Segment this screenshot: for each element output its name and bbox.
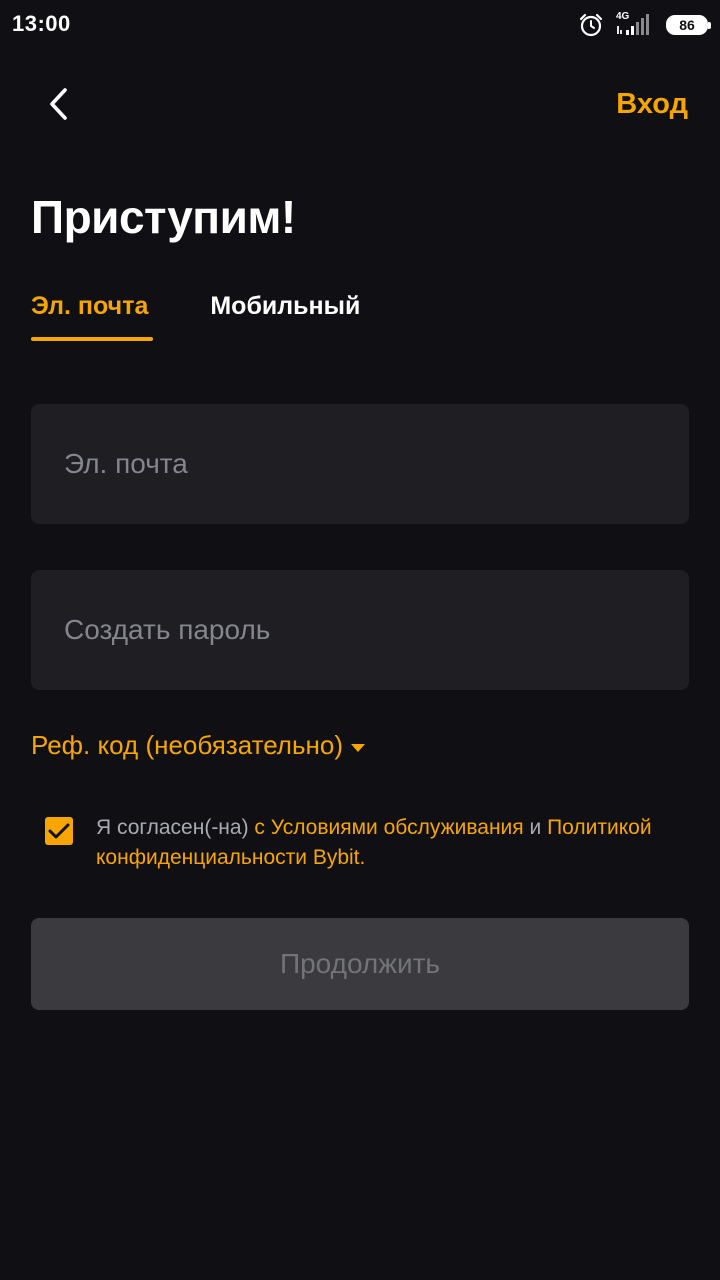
continue-button[interactable]: Продолжить	[31, 918, 689, 1010]
password-input[interactable]	[31, 570, 689, 690]
agreement-middle: и	[523, 816, 548, 839]
status-time: 13:00	[12, 11, 71, 36]
signup-method-tabs: Эл. почта Мобильный	[31, 292, 360, 341]
tab-email-label: Эл. почта	[31, 292, 149, 320]
status-icons: 4G 86	[578, 10, 711, 40]
email-field-container	[31, 404, 689, 524]
battery-icon: 86	[666, 15, 711, 35]
ref-code-label: Реф. код (необязательно)	[31, 730, 343, 760]
battery-level: 86	[679, 17, 695, 33]
status-bar: 13:00 4G 86	[0, 0, 720, 50]
back-button[interactable]	[36, 82, 80, 126]
agreement-prefix: Я согласен(-на)	[96, 816, 255, 839]
page-title: Приступим!	[31, 191, 296, 243]
alarm-icon	[578, 12, 604, 38]
tab-mobile-label: Мобильный	[210, 292, 361, 320]
checkmark-icon	[48, 823, 70, 839]
ref-code-toggle[interactable]: Реф. код (необязательно)	[31, 730, 365, 761]
tab-email[interactable]: Эл. почта	[31, 292, 153, 341]
terms-link[interactable]: с Условиями обслуживания	[254, 816, 523, 839]
email-input[interactable]	[31, 404, 689, 524]
password-field-container	[31, 570, 689, 690]
tab-mobile[interactable]: Мобильный	[210, 292, 360, 337]
login-link[interactable]: Вход	[616, 88, 688, 121]
agreement-text: Я согласен(-на) с Условиями обслуживания…	[96, 813, 656, 873]
agreement-checkbox[interactable]	[45, 817, 73, 845]
signal-icon: 4G	[614, 12, 656, 38]
caret-down-icon	[351, 743, 365, 752]
agreement-suffix: .	[359, 846, 366, 869]
active-tab-indicator	[31, 337, 153, 341]
chevron-left-icon	[50, 88, 67, 120]
